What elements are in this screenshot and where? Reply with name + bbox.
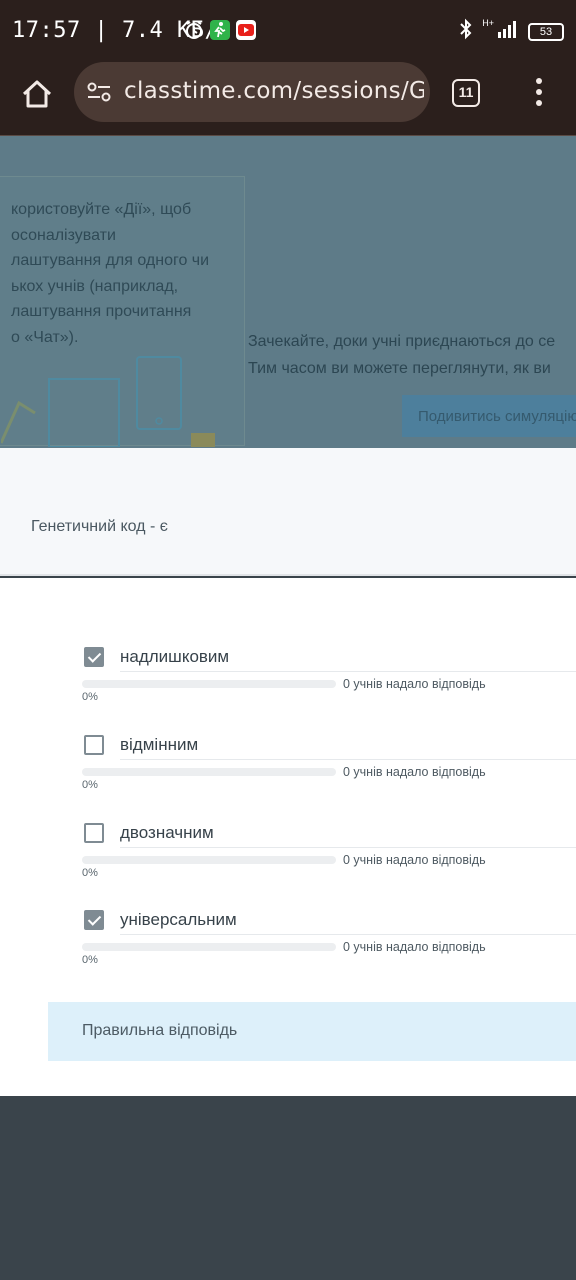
answer-checkbox[interactable] [84,910,104,930]
actions-tip-text: користовуйте «Дії», щоб осоналізувати ла… [11,201,210,346]
answer-label: двозначним [120,823,214,842]
answer-option: двозначним 0 учнів надало відповідь 0% [0,823,576,911]
answers-panel: надлишковим 0 учнів надало відповідь 0% … [0,578,576,1096]
url-text[interactable]: classtime.com/sessions/GQ9N [124,78,424,104]
answer-checkbox[interactable] [84,647,104,667]
battery-icon: 53 [528,22,564,41]
devices-illustration [1,356,215,447]
answer-checkbox[interactable] [84,735,104,755]
question-text: Генетичний код - є [31,518,168,535]
answer-option: відмінним 0 учнів надало відповідь 0% [0,735,576,823]
waiting-message: Зачекайте, доки учні приєднаються до се … [248,333,556,377]
answer-progress-bar [82,943,336,951]
answer-option: універсальним 0 учнів надало відповідь 0… [0,910,576,998]
answer-count: 0 учнів надало відповідь [343,677,486,691]
fitness-app-icon [210,20,230,40]
signal-icon [498,20,520,43]
status-bar: 17:57 | 7.4 КБ/с H+ 53 [0,0,576,62]
address-bar[interactable]: classtime.com/sessions/GQ9N [74,62,430,122]
answer-progress-bar [82,768,336,776]
home-icon [22,80,52,108]
site-settings-icon[interactable] [86,80,112,104]
answer-count: 0 учнів надало відповідь [343,853,486,867]
answer-checkbox[interactable] [84,823,104,843]
answer-percent: 0% [82,867,98,879]
actions-tip-card: користовуйте «Дії», щоб осоналізувати ла… [0,176,245,447]
answer-percent: 0% [82,779,98,791]
browser-menu-button[interactable] [530,78,548,108]
browser-toolbar: classtime.com/sessions/GQ9N 11 [0,62,576,136]
youtube-icon [236,20,256,40]
network-type: H+ [482,18,494,28]
tab-switcher-button[interactable]: 11 [452,79,480,107]
correct-answer-label: Правильна відповідь [82,1022,238,1039]
answer-percent: 0% [82,691,98,703]
correct-answer-button[interactable]: Правильна відповідь [48,1002,576,1061]
background-page: користовуйте «Дії», щоб осоналізувати ла… [0,136,576,448]
home-button[interactable] [18,76,56,114]
answer-count: 0 учнів надало відповідь [343,765,486,779]
answer-label: надлишковим [120,647,230,666]
answer-label: універсальним [120,910,237,929]
question-panel: Генетичний код - є [0,448,576,576]
answer-label: відмінним [120,735,199,754]
answer-count: 0 учнів надало відповідь [343,940,486,954]
answer-progress-bar [82,856,336,864]
view-simulation-button[interactable]: Подивитись симуляцію [402,395,576,437]
answer-percent: 0% [82,954,98,966]
alarm-icon [184,20,204,40]
answer-progress-bar [82,680,336,688]
bluetooth-icon [458,18,474,45]
answer-option: надлишковим 0 учнів надало відповідь 0% [0,647,576,735]
